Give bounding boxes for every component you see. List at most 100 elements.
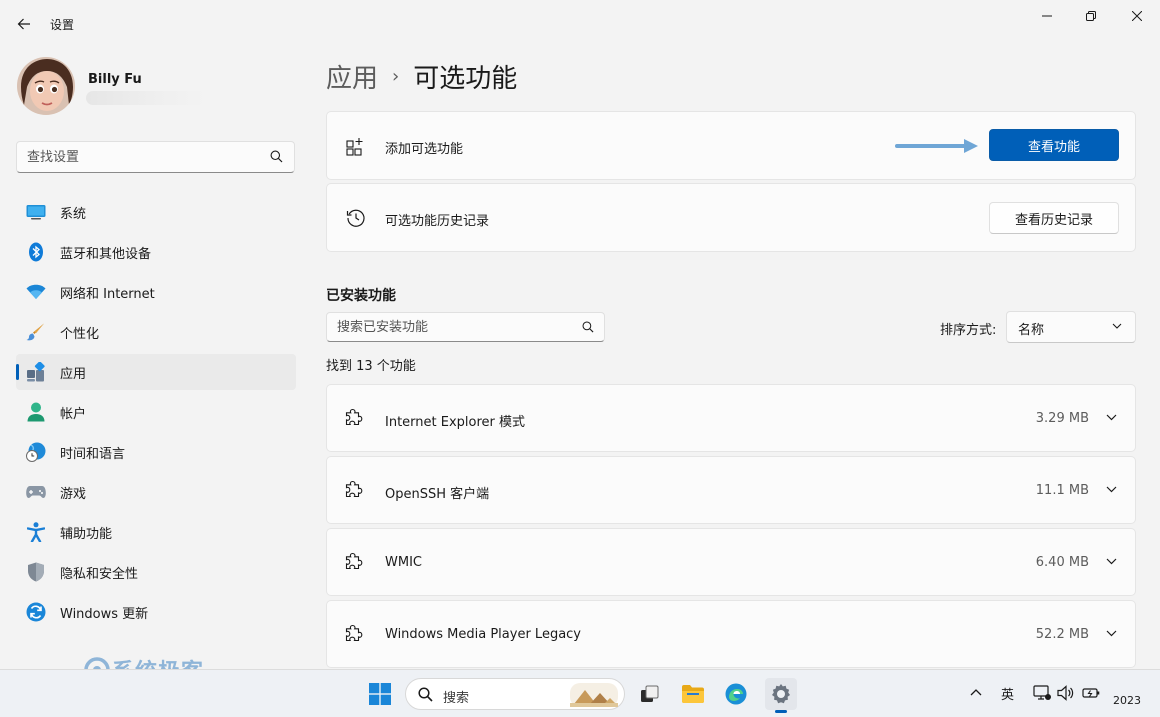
start-button[interactable] — [364, 678, 396, 710]
sidebar-item-label: Windows 更新 — [60, 606, 149, 622]
file-explorer-button[interactable] — [677, 678, 709, 710]
sidebar-item-time-language[interactable]: 时间和语言 — [16, 434, 296, 470]
feature-name: WMIC — [385, 555, 422, 570]
windows-update-icon — [26, 602, 46, 622]
chevron-down-icon[interactable] — [1106, 558, 1117, 565]
feature-item-wmic[interactable]: WMIC 6.40 MB — [326, 528, 1136, 596]
feature-name: Windows Media Player Legacy — [385, 627, 581, 642]
minimize-button[interactable] — [1024, 0, 1070, 32]
chevron-down-icon — [1112, 323, 1122, 329]
chevron-down-icon[interactable] — [1106, 486, 1117, 493]
search-icon[interactable] — [582, 321, 594, 333]
puzzle-icon — [345, 624, 363, 642]
settings-window: 设置 Billy Fu 查找设置 系统 蓝牙和其他设备 网络和 Internet… — [0, 0, 1160, 669]
account-icon — [26, 402, 46, 422]
chevron-down-icon[interactable] — [1106, 414, 1117, 421]
sidebar-item-privacy[interactable]: 隐私和安全性 — [16, 554, 296, 590]
found-count: 找到 13 个功能 — [326, 359, 416, 374]
chevron-down-icon[interactable] — [1106, 630, 1117, 637]
sidebar-item-accounts[interactable]: 帐户 — [16, 394, 296, 430]
folder-icon — [682, 685, 704, 703]
sidebar-item-label: 帐户 — [60, 406, 87, 422]
feature-name: OpenSSH 客户端 — [385, 487, 490, 502]
taskbar-search[interactable]: 搜索 — [405, 678, 625, 710]
input-language[interactable]: 英 — [1001, 684, 1014, 703]
close-button[interactable] — [1114, 0, 1160, 32]
maximize-button[interactable] — [1068, 0, 1114, 32]
feature-size: 11.1 MB — [1035, 483, 1089, 498]
task-view-icon — [641, 685, 659, 702]
settings-taskbar-button[interactable] — [765, 678, 797, 713]
feature-item-windows-media-player[interactable]: Windows Media Player Legacy 52.2 MB — [326, 600, 1136, 668]
search-icon — [418, 687, 433, 702]
pyramids-icon — [570, 683, 618, 707]
sidebar-item-label: 应用 — [60, 366, 87, 382]
sidebar-item-label: 网络和 Internet — [60, 286, 155, 302]
chevron-up-icon[interactable] — [970, 688, 982, 696]
view-features-button[interactable]: 查看功能 — [989, 129, 1119, 161]
view-history-button[interactable]: 查看历史记录 — [989, 202, 1119, 234]
sidebar-item-windows-update[interactable]: Windows 更新 — [16, 594, 296, 630]
app-title: 设置 — [50, 18, 75, 32]
add-feature-icon — [345, 135, 367, 157]
breadcrumb-separator: › — [392, 66, 400, 87]
feature-size: 6.40 MB — [1035, 555, 1089, 570]
feature-name: Internet Explorer 模式 — [385, 415, 526, 430]
clock-year[interactable]: 2023 — [1113, 694, 1141, 707]
system-icon — [26, 202, 46, 222]
sidebar-item-label: 系统 — [60, 206, 87, 222]
sidebar-item-label: 时间和语言 — [60, 446, 126, 462]
apps-icon — [26, 362, 46, 382]
time-language-icon — [26, 442, 46, 462]
breadcrumb-parent[interactable]: 应用 — [326, 58, 378, 95]
sidebar-nav: 系统 蓝牙和其他设备 网络和 Internet 个性化 应用 帐户 时间和语言 … — [16, 194, 296, 634]
sidebar-item-bluetooth[interactable]: 蓝牙和其他设备 — [16, 234, 296, 270]
network-icon[interactable] — [1033, 685, 1051, 701]
sort-label: 排序方式: — [940, 323, 997, 338]
feature-item-openssh[interactable]: OpenSSH 客户端 11.1 MB — [326, 456, 1136, 524]
windows-logo-icon — [369, 683, 391, 705]
sidebar-item-network[interactable]: 网络和 Internet — [16, 274, 296, 310]
volume-icon[interactable] — [1057, 685, 1075, 701]
feature-size: 3.29 MB — [1035, 411, 1089, 426]
taskbar-search-label: 搜索 — [443, 691, 470, 706]
search-icon[interactable] — [270, 150, 283, 163]
sidebar-item-apps[interactable]: 应用 — [16, 354, 296, 390]
battery-icon[interactable] — [1082, 685, 1100, 701]
sidebar-item-label: 个性化 — [60, 326, 100, 342]
gear-icon — [772, 684, 790, 704]
breadcrumb: 应用 › 可选功能 — [326, 58, 517, 95]
page-title: 可选功能 — [413, 64, 518, 94]
back-arrow-icon — [17, 18, 30, 30]
bluetooth-icon — [26, 242, 46, 262]
task-view-button[interactable] — [634, 678, 666, 710]
accessibility-icon — [26, 522, 46, 542]
edge-button[interactable] — [720, 678, 752, 710]
gamepad-icon — [26, 482, 46, 502]
sidebar-item-label: 隐私和安全性 — [60, 566, 139, 582]
taskbar: 搜索 英 2023 — [0, 669, 1160, 717]
puzzle-icon — [345, 408, 363, 426]
sidebar-item-label: 蓝牙和其他设备 — [60, 246, 152, 262]
settings-search[interactable] — [16, 141, 295, 173]
watermark-logo-icon — [84, 657, 110, 669]
restore-icon — [1086, 11, 1096, 21]
sidebar-item-system[interactable]: 系统 — [16, 194, 296, 230]
back-button[interactable] — [10, 12, 38, 36]
sidebar-item-personalization[interactable]: 个性化 — [16, 314, 296, 350]
search-input[interactable] — [17, 142, 257, 172]
minimize-icon — [1042, 15, 1052, 17]
sidebar-item-accessibility[interactable]: 辅助功能 — [16, 514, 296, 550]
history-card: 可选功能历史记录 查看历史记录 — [326, 183, 1136, 252]
sort-dropdown[interactable]: 名称 — [1006, 311, 1136, 343]
add-feature-card: 添加可选功能 查看功能 — [326, 111, 1136, 180]
sidebar-item-gaming[interactable]: 游戏 — [16, 474, 296, 510]
installed-search[interactable] — [326, 312, 605, 342]
avatar[interactable] — [17, 57, 75, 115]
edge-icon — [725, 683, 747, 705]
installed-search-input[interactable] — [327, 313, 567, 341]
puzzle-icon — [345, 480, 363, 498]
history-label: 可选功能历史记录 — [385, 214, 490, 229]
feature-item-internet-explorer[interactable]: Internet Explorer 模式 3.29 MB — [326, 384, 1136, 452]
installed-section-title: 已安装功能 — [326, 288, 396, 304]
